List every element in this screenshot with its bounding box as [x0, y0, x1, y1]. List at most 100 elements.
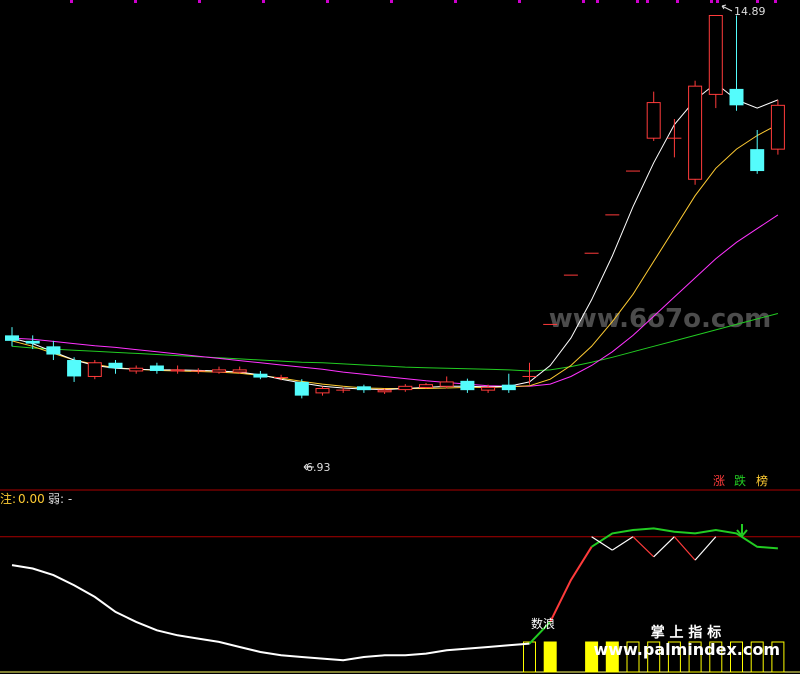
- candle: [315, 386, 330, 396]
- chart-stage: www.6o7o.com 14.89 6.93 涨 跌 榜 注: 0.00 弱:…: [0, 0, 800, 674]
- candle: [646, 91, 661, 141]
- indicator-weak: 弱: -: [48, 492, 72, 506]
- candle: [460, 378, 475, 393]
- watermark-bottom-title: 掌 上 指 标: [651, 624, 722, 641]
- candle: [149, 362, 164, 374]
- candle-body: [46, 346, 61, 355]
- zigzag-segment: [591, 536, 613, 551]
- indicator-name: 注:: [0, 491, 16, 506]
- candle-body: [67, 360, 82, 377]
- grid-dot: [390, 0, 393, 3]
- top-grid-dots: [70, 0, 777, 3]
- grid-dot: [518, 0, 521, 3]
- candle: [667, 119, 682, 158]
- candle: [439, 376, 454, 389]
- grid-dot: [596, 0, 599, 3]
- candle: [87, 360, 102, 380]
- candle-body: [439, 381, 454, 387]
- grid-dot: [326, 0, 329, 3]
- candle: [501, 373, 516, 393]
- candle-body: [212, 369, 226, 373]
- candle: [274, 374, 289, 381]
- candle: [191, 368, 206, 374]
- wave-label: 数浪: [531, 616, 555, 631]
- watermark-top-text: www.6o7o.com: [549, 304, 771, 334]
- grid-dot: [774, 0, 777, 3]
- indicator-header: 注: 0.00 弱: -: [0, 491, 72, 506]
- candle-body: [170, 369, 185, 372]
- candle-body: [729, 88, 744, 106]
- grid-dot: [134, 0, 137, 3]
- watermark-top: www.6o7o.com: [549, 304, 771, 334]
- high-price-label: 14.89: [734, 5, 766, 18]
- candle: [129, 365, 144, 374]
- indicator-bar: [543, 641, 557, 673]
- indicator-value: 0.00: [18, 492, 45, 506]
- zigzag-segment: [632, 536, 655, 558]
- grid-dot: [756, 0, 759, 3]
- price-annotations: 14.89 6.93: [303, 4, 766, 474]
- legend-down: 跌: [734, 473, 746, 488]
- candle: [688, 80, 703, 185]
- zigzag-segment: [611, 536, 634, 551]
- high-arrow-icon: [721, 4, 733, 12]
- indicator-labels: 数浪 掌 上 指 标 www.palmindex.com: [531, 616, 780, 659]
- zigzag-segment: [653, 536, 675, 558]
- candle: [67, 357, 82, 382]
- candle-body: [750, 149, 765, 172]
- candle: [25, 335, 40, 350]
- candle-body: [108, 362, 123, 369]
- candle-body: [315, 388, 330, 394]
- candle-body: [481, 386, 496, 391]
- candles: [5, 15, 785, 399]
- zigzag-segment: [673, 536, 696, 561]
- candle-body: [419, 384, 433, 388]
- grid-dot: [70, 0, 73, 3]
- candle-body: [377, 389, 392, 393]
- wave-line-white: [11, 564, 530, 662]
- legend: 涨 跌 榜: [713, 473, 768, 488]
- candle-body: [770, 104, 785, 150]
- candle-body: [5, 335, 19, 341]
- candle-body: [646, 102, 661, 139]
- candle-body: [87, 362, 102, 377]
- candle: [770, 99, 785, 155]
- candle-body: [232, 369, 247, 373]
- grid-dot: [710, 0, 713, 3]
- candle-body: [708, 15, 723, 95]
- candle-body: [501, 384, 516, 391]
- candle: [46, 340, 61, 361]
- grid-dot: [646, 0, 649, 3]
- grid-dot: [454, 0, 457, 3]
- legend-up: 涨: [713, 473, 725, 488]
- candle-body: [460, 380, 475, 391]
- legend-limit: 榜: [756, 473, 768, 488]
- candle: [294, 379, 309, 399]
- wave-line-red: [549, 546, 593, 623]
- candlestick-chart: www.6o7o.com 14.89 6.93 涨 跌 榜 注: 0.00 弱:…: [0, 0, 800, 673]
- candle: [5, 327, 19, 347]
- candle-body: [356, 386, 371, 391]
- candle: [253, 370, 268, 380]
- candle-body: [398, 385, 413, 391]
- candle-body: [294, 381, 309, 396]
- candle: [398, 384, 413, 392]
- candle: [356, 384, 371, 393]
- candle: [522, 362, 537, 385]
- candle: [170, 365, 185, 374]
- candle-body: [253, 373, 268, 378]
- candle-body: [129, 367, 144, 372]
- grid-dot: [716, 0, 719, 3]
- grid-dot: [676, 0, 679, 3]
- candle-body: [149, 365, 164, 371]
- candle-body: [688, 85, 703, 180]
- ma20-line: [11, 214, 779, 387]
- candle: [750, 129, 765, 174]
- grid-dot: [636, 0, 639, 3]
- candle: [708, 15, 723, 109]
- grid-dot: [262, 0, 265, 3]
- watermark-bottom-url: www.palmindex.com: [593, 640, 780, 659]
- candle: [108, 360, 123, 374]
- moving-average-lines: [11, 82, 779, 391]
- indicator-bar: [523, 641, 536, 673]
